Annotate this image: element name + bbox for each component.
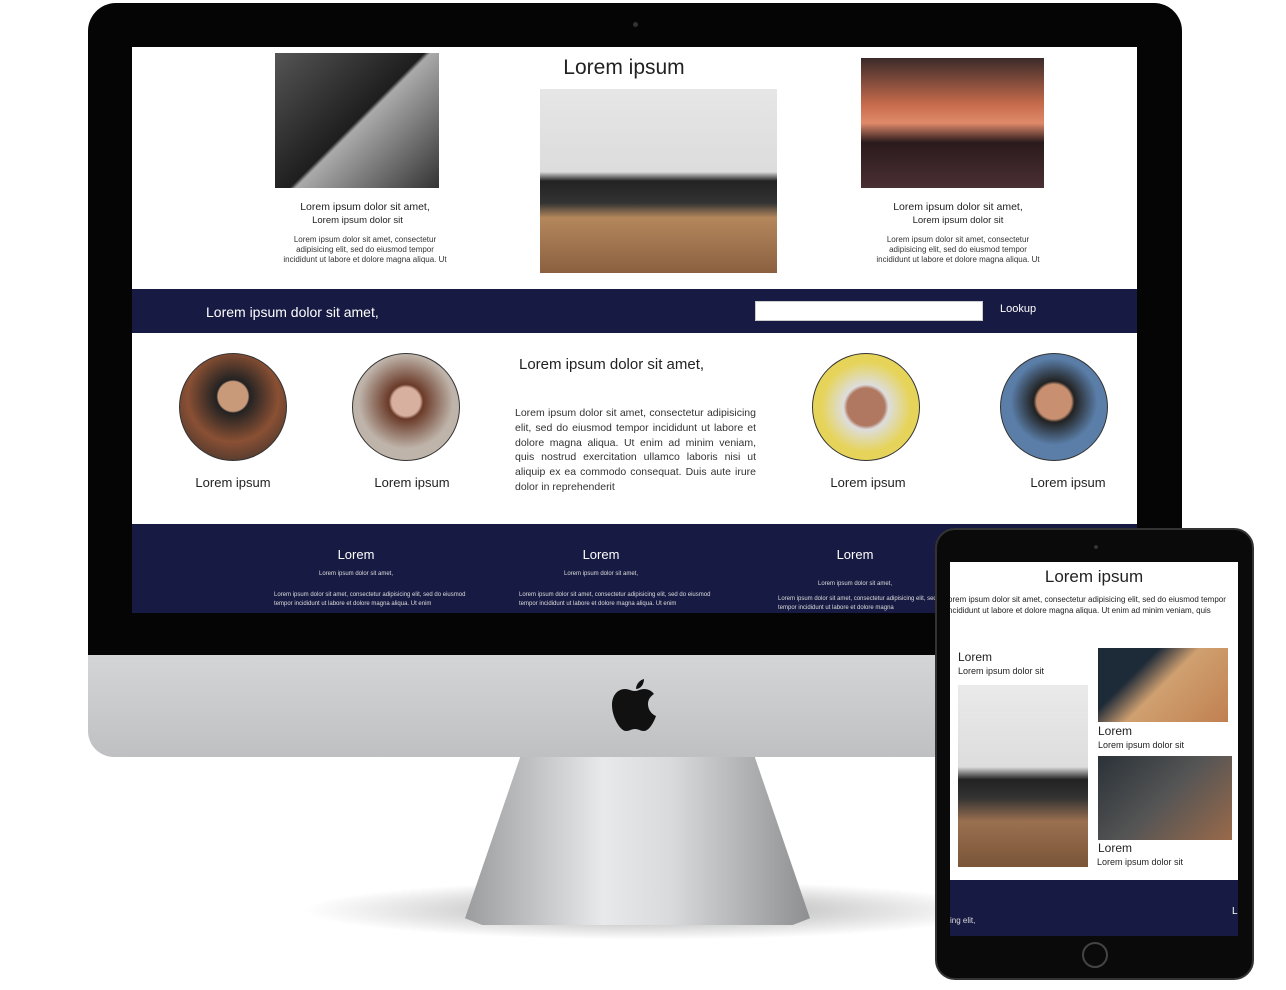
footer-title: Lorem [836, 547, 874, 562]
card-body-line: incididunt ut labore et dolore magna ali… [876, 255, 1040, 264]
item-title: Lorem [1098, 724, 1133, 738]
footer-subtitle: Lorem ipsum dolor sit amet, [817, 581, 893, 587]
lookup-button[interactable]: Lookup [1000, 303, 1036, 315]
team-paragraph: Lorem ipsum dolor sit amet, consectetur … [515, 407, 756, 493]
tablet-intro-line: ncididunt ut labore et dolore magna aliq… [950, 606, 1211, 615]
card-body-line: Lorem ipsum dolor sit amet, consectetur [886, 235, 1030, 244]
nav-bar: Lorem ipsum dolor sit amet, Lookup [132, 289, 1137, 333]
member-name: Lorem ipsum [374, 475, 450, 490]
item-subtitle: Lorem ipsum dolor sit [1098, 740, 1185, 750]
tablet-screen: Lorem ipsum orem ipsum dolor sit amet, c… [950, 562, 1238, 936]
living-room-image [540, 89, 777, 273]
footer-title: Lorem [337, 547, 375, 562]
card-title: Lorem ipsum dolor sit amet, [300, 201, 430, 213]
nav-text: Lorem ipsum dolor sit amet, [206, 304, 379, 320]
card-subtitle: Lorem ipsum dolor sit [912, 215, 1004, 226]
member-name: Lorem ipsum [830, 475, 906, 490]
tablet-title: Lorem ipsum [1044, 567, 1144, 586]
home-button[interactable] [1082, 942, 1108, 968]
apple-logo-icon [612, 679, 656, 731]
card-body-line: Lorem ipsum dolor sit amet, consectetur [293, 235, 437, 244]
footer-body: Lorem ipsum dolor sit amet, consectetur … [274, 592, 466, 607]
dining-room-image [1098, 756, 1232, 840]
tablet-footer: ing elit, L [950, 880, 1238, 936]
item-title: Lorem [958, 650, 993, 664]
tablet-intro-line: orem ipsum dolor sit amet, consectetur a… [950, 595, 1226, 604]
camera-icon [1094, 545, 1098, 549]
page-title: Lorem ipsum [563, 56, 685, 79]
member-name: Lorem ipsum [195, 475, 271, 490]
footer-title: Lorem [582, 547, 620, 562]
avatar [1000, 353, 1108, 461]
item-subtitle: Lorem ipsum dolor sit [958, 666, 1045, 676]
card-body-line: adipisicing elit, sed do eiusmod tempor [296, 245, 434, 254]
footer-subtitle: Lorem ipsum dolor sit amet, [318, 571, 394, 577]
footer-body: Lorem ipsum dolor sit amet, consectetur … [519, 592, 711, 607]
camera-rig-image [275, 53, 439, 188]
camera-icon [633, 22, 638, 27]
avatar [179, 353, 287, 461]
card-subtitle: Lorem ipsum dolor sit [312, 215, 403, 226]
member-name: Lorem ipsum [1030, 475, 1106, 490]
tablet-footer-letter: L [1232, 906, 1238, 917]
team-heading: Lorem ipsum dolor sit amet, [519, 356, 705, 373]
footer-subtitle: Lorem ipsum dolor sit amet, [563, 571, 639, 577]
search-input[interactable] [755, 301, 983, 321]
card-body-line: adipisicing elit, sed do eiusmod tempor [889, 245, 1027, 254]
item-subtitle: Lorem ipsum dolor sit [1097, 857, 1184, 867]
item-title: Lorem [1098, 841, 1133, 855]
tablet-footer-text: ing elit, [950, 916, 976, 925]
smart-speaker-image [1098, 648, 1228, 722]
imac-stand [465, 757, 810, 925]
avatar [352, 353, 460, 461]
card-body-line: incididunt ut labore et dolore magna ali… [283, 255, 447, 264]
desk-monitors-image [861, 58, 1044, 188]
card-title: Lorem ipsum dolor sit amet, [893, 201, 1023, 213]
avatar [812, 353, 920, 461]
living-room-image [958, 685, 1088, 867]
